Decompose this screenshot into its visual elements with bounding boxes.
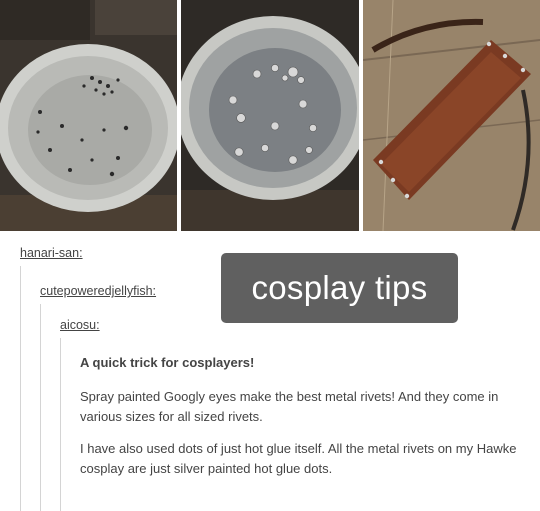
leather-quiver-with-rivets-photo: [363, 0, 540, 231]
googly-eyes-on-plate-photo: [0, 0, 177, 231]
quote-divider-3: [60, 338, 61, 511]
quote-divider-1: [20, 266, 21, 511]
post-paragraph: Spray painted Googly eyes make the best …: [80, 389, 499, 424]
post-heading: A quick trick for cosplayers!: [80, 355, 255, 370]
post-paragraph: I have also used dots of just hot glue i…: [80, 441, 517, 476]
quote-divider-2: [40, 304, 41, 511]
cosplay-tips-caption: cosplay tips: [221, 253, 458, 323]
spray-painted-googly-eyes-photo: [181, 0, 359, 231]
reblog-username-3[interactable]: aicosu:: [60, 318, 100, 332]
photo-strip: [0, 0, 540, 231]
reblog-username-1[interactable]: hanari-san:: [20, 246, 83, 260]
reblog-username-2[interactable]: cutepoweredjellyfish:: [40, 284, 156, 298]
post-body: A quick trick for cosplayers! Spray pain…: [80, 353, 525, 491]
